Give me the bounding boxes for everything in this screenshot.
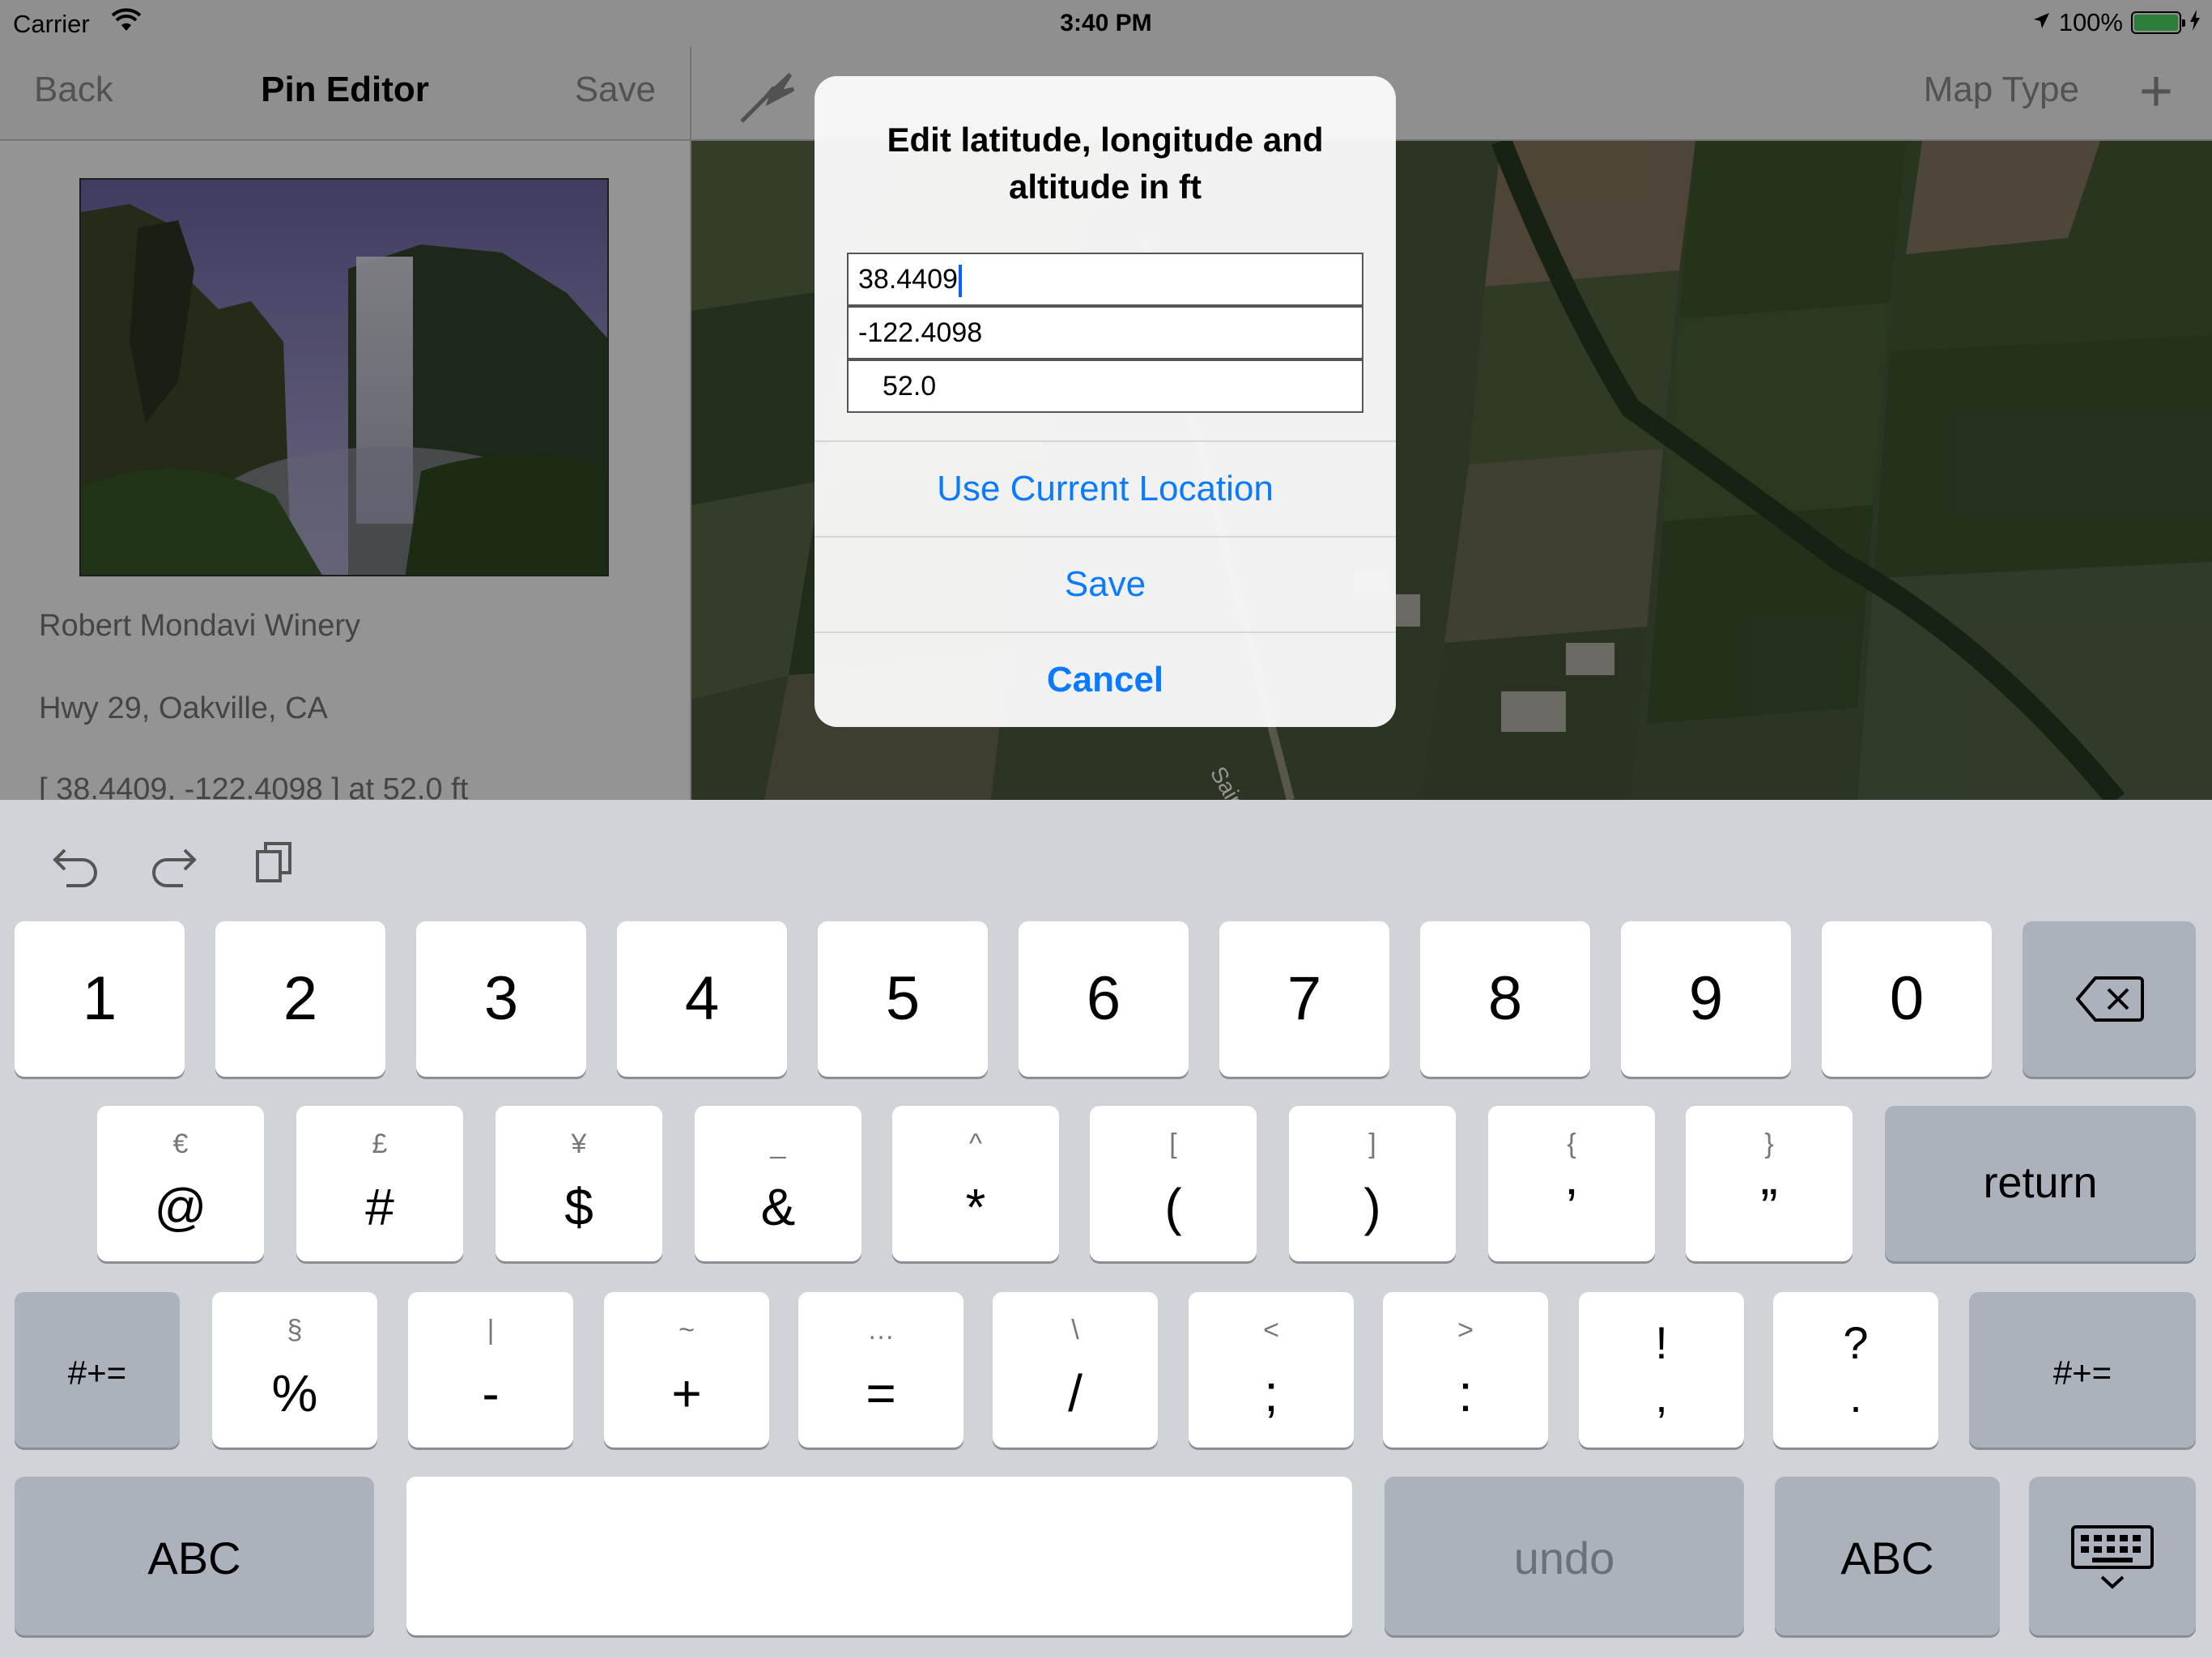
key-at[interactable]: € @: [97, 1106, 264, 1261]
key-7[interactable]: 7: [1219, 921, 1389, 1077]
keyboard-dismiss-icon: [2069, 1524, 2155, 1596]
key-quote[interactable]: }”: [1686, 1106, 1853, 1261]
key-4[interactable]: 4: [617, 921, 787, 1077]
return-key[interactable]: return: [1885, 1106, 2196, 1261]
latitude-field[interactable]: 38.4409: [847, 253, 1363, 306]
key-percent[interactable]: §%: [212, 1292, 377, 1448]
paste-icon[interactable]: [251, 840, 301, 886]
shift-symbols-key-right[interactable]: #+=: [1969, 1292, 2196, 1448]
redo-icon[interactable]: [149, 842, 199, 887]
key-hash[interactable]: £ #: [296, 1106, 463, 1261]
key-colon[interactable]: >:: [1383, 1292, 1548, 1448]
backspace-icon: [2075, 975, 2144, 1027]
edit-location-alert: Edit latitude, longitude and altitude in…: [815, 76, 1396, 727]
key-2[interactable]: 2: [215, 921, 385, 1077]
key-question[interactable]: ?.: [1773, 1292, 1938, 1448]
shift-symbols-key-left[interactable]: #+=: [15, 1292, 180, 1448]
key-ampersand[interactable]: _ &: [695, 1106, 861, 1261]
key-1[interactable]: 1: [15, 921, 185, 1077]
text-caret: [958, 265, 962, 298]
key-semicolon[interactable]: <;: [1189, 1292, 1354, 1448]
space-key[interactable]: [406, 1477, 1352, 1635]
altitude-value: 52.0: [883, 371, 937, 402]
key-apostrophe[interactable]: {’: [1488, 1106, 1655, 1261]
alert-cancel-button[interactable]: Cancel: [815, 633, 1396, 727]
altitude-field[interactable]: 52.0: [847, 359, 1363, 413]
abc-key-right[interactable]: ABC: [1775, 1477, 2000, 1635]
key-exclamation[interactable]: !,: [1579, 1292, 1744, 1448]
abc-key-left[interactable]: ABC: [15, 1477, 374, 1635]
undo-key[interactable]: undo: [1385, 1477, 1744, 1635]
latitude-value: 38.4409: [858, 264, 958, 295]
key-0[interactable]: 0: [1822, 921, 1992, 1077]
key-left-paren[interactable]: [(: [1090, 1106, 1257, 1261]
dismiss-keyboard-key[interactable]: [2029, 1477, 2196, 1635]
key-6[interactable]: 6: [1019, 921, 1189, 1077]
key-plus[interactable]: ~ +: [604, 1292, 769, 1448]
key-8[interactable]: 8: [1420, 921, 1590, 1077]
key-dollar[interactable]: ¥ $: [496, 1106, 662, 1261]
alert-save-button[interactable]: Save: [815, 538, 1396, 631]
undo-icon[interactable]: [50, 842, 100, 887]
use-current-location-button[interactable]: Use Current Location: [815, 442, 1396, 536]
longitude-field[interactable]: -122.4098: [847, 306, 1363, 359]
onscreen-keyboard: 1 2 3 4 5 6 7 8 9 0 € @ £ # ¥ $ _ & ^ * [( ])…: [0, 800, 2212, 1658]
key-9[interactable]: 9: [1621, 921, 1791, 1077]
key-right-paren[interactable]: ]): [1289, 1106, 1456, 1261]
key-5[interactable]: 5: [818, 921, 988, 1077]
delete-key[interactable]: [2023, 921, 2196, 1077]
app-screen: Carrier 3:40 PM 100% Back Pin Editor Sav…: [0, 0, 2212, 800]
key-minus[interactable]: | -: [408, 1292, 573, 1448]
key-asterisk[interactable]: ^ *: [892, 1106, 1059, 1261]
longitude-value: -122.4098: [858, 317, 983, 348]
key-3[interactable]: 3: [416, 921, 586, 1077]
key-slash[interactable]: \ /: [993, 1292, 1158, 1448]
key-equals[interactable]: … =: [798, 1292, 963, 1448]
alert-title: Edit latitude, longitude and altitude in…: [887, 121, 1324, 206]
